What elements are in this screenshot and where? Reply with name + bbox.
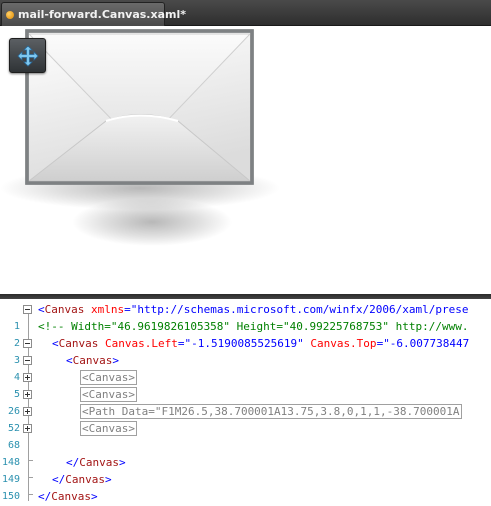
expand-toggle-icon[interactable] xyxy=(23,407,32,416)
code-text: </Canvas> xyxy=(52,473,112,486)
xaml-code-editor[interactable]: 1 <Canvas xmlns="http://schemas.microsof… xyxy=(0,299,491,506)
collapse-toggle-icon[interactable] xyxy=(23,356,32,365)
code-line: 4 <Canvas> xyxy=(0,352,491,383)
code-line: 68 <Canvas> xyxy=(0,420,491,451)
code-text: <Canvas xmlns="http://schemas.microsoft.… xyxy=(38,303,469,316)
code-line: 151 </Canvas> xyxy=(0,488,491,505)
collapsed-region[interactable]: <Canvas> xyxy=(80,420,137,437)
tab-title: mail-forward.Canvas.xaml* xyxy=(18,8,186,21)
code-line: 148 xyxy=(0,437,491,468)
code-line: 1 <Canvas xmlns="http://schemas.microsof… xyxy=(0,301,491,332)
collapse-toggle-icon[interactable] xyxy=(23,305,32,314)
code-line: 3 <Canvas Canvas.Left="-1.5190085525619"… xyxy=(0,335,491,366)
tab-mail-forward-canvas-xaml[interactable]: mail-forward.Canvas.xaml* xyxy=(1,2,186,26)
design-canvas[interactable] xyxy=(0,26,491,294)
expand-toggle-icon[interactable] xyxy=(23,424,32,433)
code-text: </Canvas> xyxy=(38,490,98,503)
code-comment: <!-- Width="46.9619826105358" Height="40… xyxy=(38,320,469,333)
move-arrows-icon xyxy=(17,45,39,67)
collapse-toggle-icon[interactable] xyxy=(23,339,32,348)
document-tab-bar: mail-forward.Canvas.xaml* xyxy=(0,0,491,26)
code-line: 149 </Canvas> xyxy=(0,454,491,485)
code-text: <Canvas Canvas.Left="-1.5190085525619" C… xyxy=(52,337,470,350)
code-line: 26 <Canvas> xyxy=(0,386,491,417)
code-line: 150 </Canvas> xyxy=(0,471,491,502)
code-line: 2 <!-- Width="46.9619826105358" Height="… xyxy=(0,318,491,349)
code-line: 52 <Path Data="F1M26.5,38.700001A13.75,3… xyxy=(0,403,491,434)
modified-indicator-icon xyxy=(6,10,14,19)
expand-toggle-icon[interactable] xyxy=(23,373,32,382)
code-text: <Canvas> xyxy=(66,354,119,367)
collapsed-region[interactable]: <Canvas> xyxy=(80,369,137,386)
code-text: </Canvas> xyxy=(66,456,126,469)
collapsed-region[interactable]: <Canvas> xyxy=(80,386,137,403)
move-handle[interactable] xyxy=(9,38,46,73)
collapsed-region[interactable]: <Path Data="F1M26.5,38.700001A13.75,3.8,… xyxy=(80,403,462,420)
code-line: 5 <Canvas> xyxy=(0,369,491,400)
expand-toggle-icon[interactable] xyxy=(23,390,32,399)
